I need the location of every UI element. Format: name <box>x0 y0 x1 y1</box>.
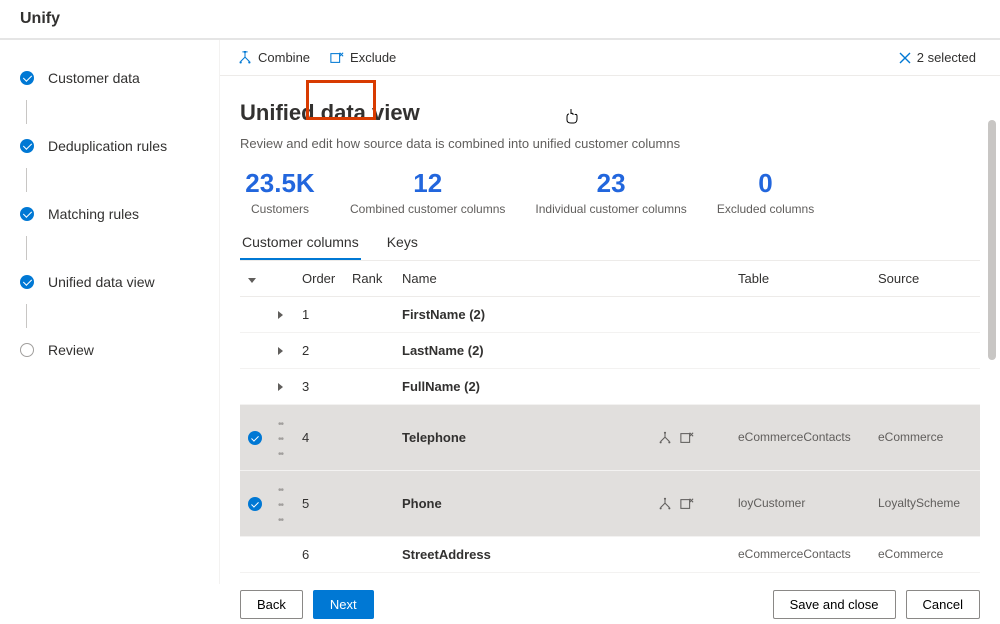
app-title: Unify <box>0 0 1000 40</box>
combine-icon[interactable] <box>658 497 672 511</box>
back-button[interactable]: Back <box>240 590 303 619</box>
stat-excluded: 0Excluded columns <box>717 169 814 216</box>
check-icon <box>248 431 262 445</box>
combine-label: Combine <box>258 50 310 65</box>
tablist: Customer columns Keys <box>240 228 980 261</box>
wizard-sidebar: Customer data Deduplication rules Matchi… <box>0 40 220 584</box>
sidebar-item-label: Review <box>48 342 94 358</box>
drag-handle-icon[interactable]: •••••• <box>278 485 283 526</box>
check-icon <box>20 207 34 221</box>
page-subtitle: Review and edit how source data is combi… <box>240 136 980 151</box>
sidebar-item-label: Matching rules <box>48 206 139 222</box>
col-rank[interactable]: Rank <box>344 261 394 297</box>
stat-customers: 23.5KCustomers <box>240 169 320 216</box>
next-button[interactable]: Next <box>313 590 374 619</box>
exclude-icon[interactable] <box>680 497 694 511</box>
stat-combined: 12Combined customer columns <box>350 169 505 216</box>
chevron-right-icon[interactable] <box>278 383 283 391</box>
table-row[interactable]: 2LastName (2) <box>240 332 980 368</box>
scrollbar[interactable] <box>988 80 998 540</box>
combine-icon[interactable] <box>658 431 672 445</box>
combine-button[interactable]: Combine <box>228 44 320 71</box>
col-order[interactable]: Order <box>294 261 344 297</box>
check-icon <box>248 497 262 511</box>
close-icon <box>899 52 911 64</box>
table-row[interactable]: ••••••5PhoneloyCustomerLoyaltyScheme <box>240 470 980 536</box>
exclude-icon[interactable] <box>680 431 694 445</box>
exclude-icon <box>330 51 344 65</box>
step-connector <box>26 168 27 192</box>
table-row[interactable]: 1FirstName (2) <box>240 296 980 332</box>
table-row[interactable]: 3FullName (2) <box>240 368 980 404</box>
circle-icon <box>20 343 34 357</box>
sidebar-item-label: Unified data view <box>48 274 155 290</box>
chevron-right-icon[interactable] <box>278 311 283 319</box>
stats-row: 23.5KCustomers 12Combined customer colum… <box>240 169 980 216</box>
sidebar-item-deduplication[interactable]: Deduplication rules <box>20 138 199 154</box>
tab-customer-columns[interactable]: Customer columns <box>240 228 361 260</box>
sidebar-item-label: Customer data <box>48 70 140 86</box>
tab-keys[interactable]: Keys <box>385 228 420 260</box>
step-connector <box>26 100 27 124</box>
col-name[interactable]: Name <box>394 261 650 297</box>
col-source[interactable]: Source <box>870 261 980 297</box>
check-icon <box>20 139 34 153</box>
drag-handle-icon[interactable]: •••••• <box>278 419 283 460</box>
exclude-button[interactable]: Exclude <box>320 44 406 71</box>
chevron-right-icon[interactable] <box>278 347 283 355</box>
table-row[interactable]: ••••••4TelephoneeCommerceContactseCommer… <box>240 404 980 470</box>
sidebar-item-customer-data[interactable]: Customer data <box>20 70 199 86</box>
sidebar-item-label: Deduplication rules <box>48 138 167 154</box>
step-connector <box>26 304 27 328</box>
cancel-button[interactable]: Cancel <box>906 590 980 619</box>
combine-icon <box>238 51 252 65</box>
chevron-down-icon <box>248 278 256 283</box>
col-select[interactable] <box>240 261 270 297</box>
sidebar-item-review[interactable]: Review <box>20 342 199 358</box>
page-heading: Unified data view <box>240 100 980 126</box>
col-table[interactable]: Table <box>730 261 870 297</box>
sidebar-item-matching[interactable]: Matching rules <box>20 206 199 222</box>
selection-count[interactable]: 2 selected <box>899 50 992 65</box>
footer: Back Next Save and close Cancel <box>220 584 1000 624</box>
save-button[interactable]: Save and close <box>773 590 896 619</box>
table-row[interactable]: 7CityeCommerceContactseCommerce <box>240 572 980 584</box>
step-connector <box>26 236 27 260</box>
table-row[interactable]: 6StreetAddresseCommerceContactseCommerce <box>240 536 980 572</box>
check-icon <box>20 275 34 289</box>
toolbar: Combine Exclude 2 selected <box>220 40 1000 76</box>
stat-individual: 23Individual customer columns <box>535 169 686 216</box>
exclude-label: Exclude <box>350 50 396 65</box>
selection-count-label: 2 selected <box>917 50 976 65</box>
columns-table: Order Rank Name Table Source 1FirstName … <box>240 261 980 584</box>
check-icon <box>20 71 34 85</box>
sidebar-item-unified-view[interactable]: Unified data view <box>20 274 199 290</box>
